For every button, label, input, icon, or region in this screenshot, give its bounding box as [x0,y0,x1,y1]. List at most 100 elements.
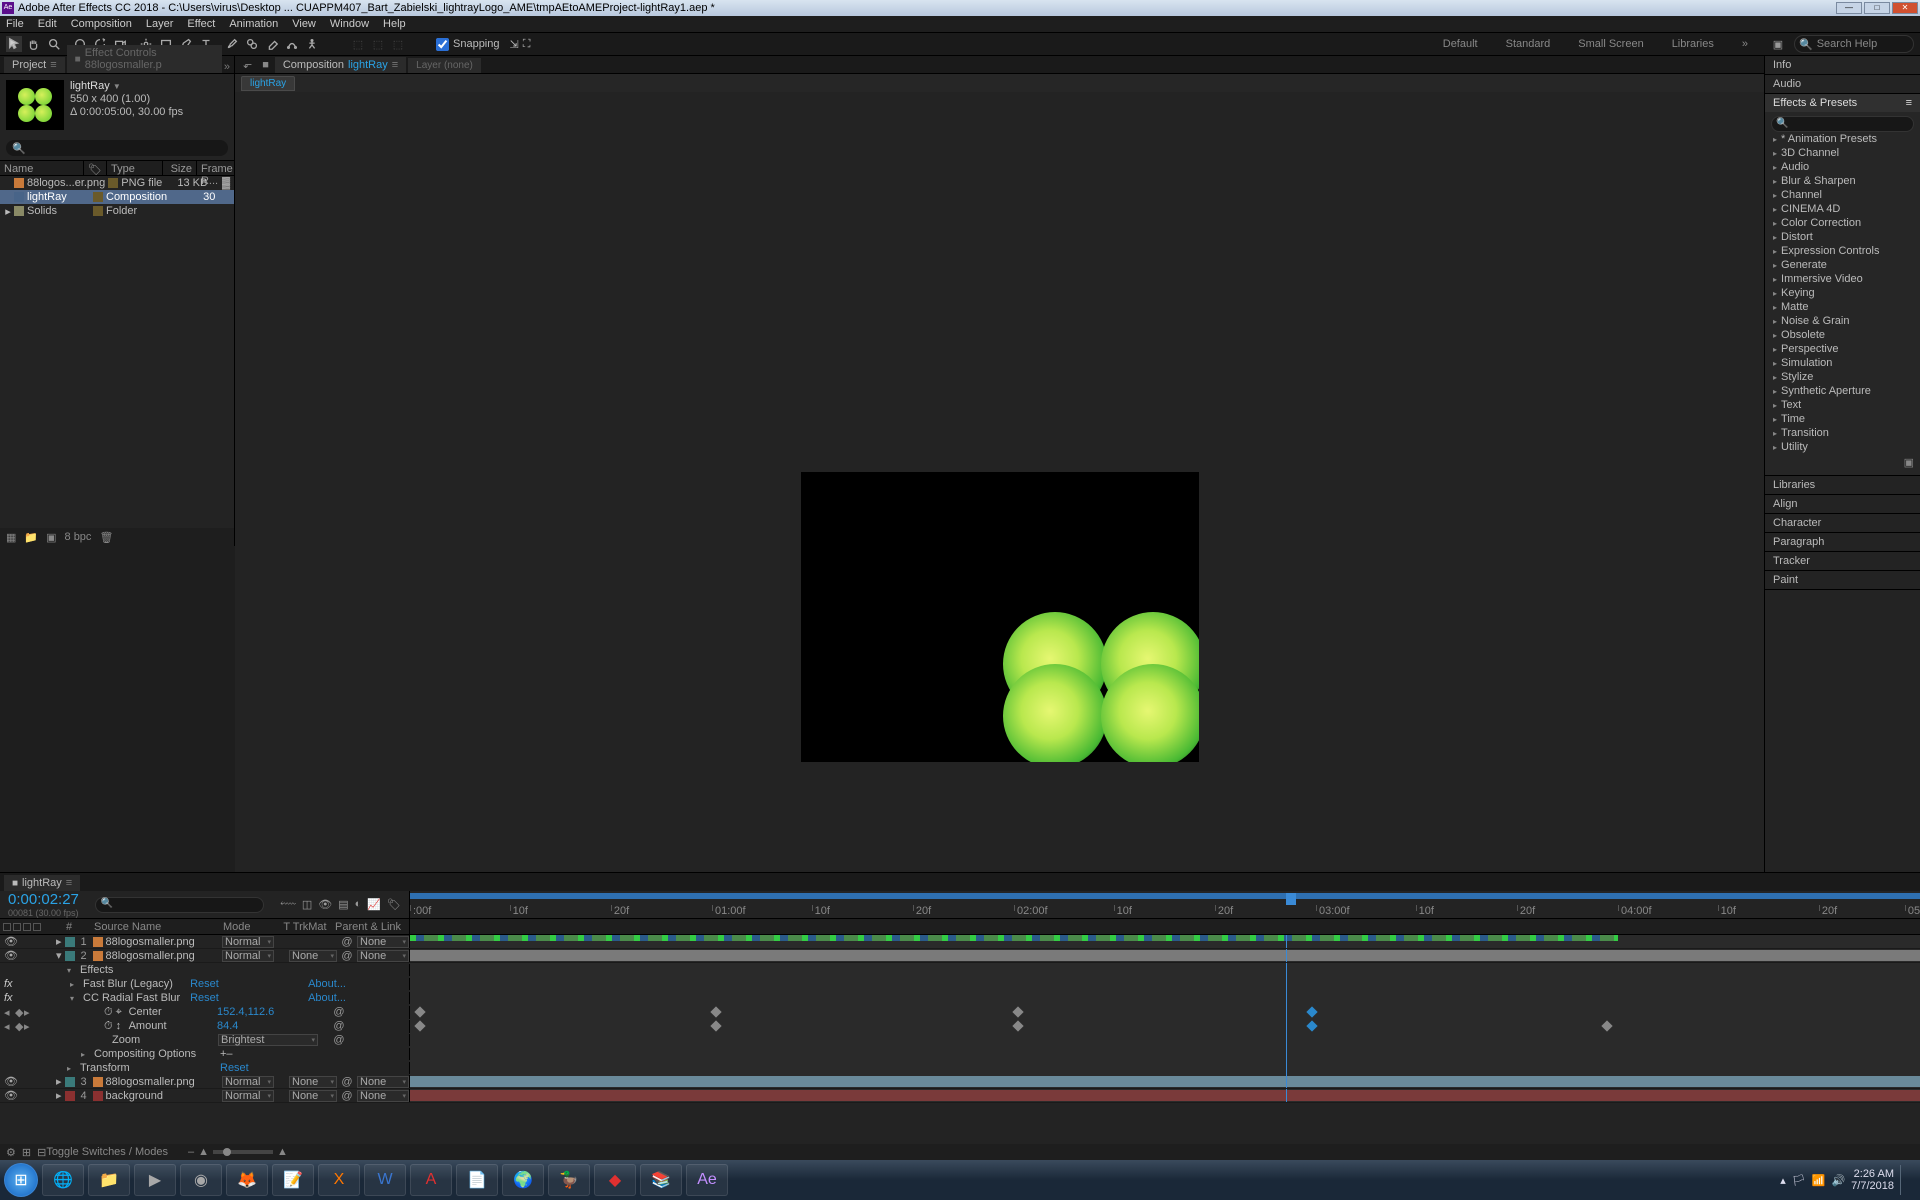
project-item[interactable]: 88logos...er.png PNG file 13 KB ▓ [0,176,234,190]
eye-icon[interactable]: 👁 [4,1089,18,1102]
hand-tool[interactable] [26,36,42,52]
solo-column-icon[interactable] [23,923,31,931]
help-search[interactable]: 🔍 Search Help [1794,35,1914,53]
work-area[interactable] [410,893,1920,899]
layer-tab[interactable]: Layer (none) [408,58,481,73]
menu-edit[interactable]: Edit [38,18,57,30]
parent-dropdown[interactable]: None▾ [357,950,409,962]
task-ie[interactable]: 🌐 [42,1164,84,1196]
parent-pickwhip-icon[interactable]: @ [340,1076,354,1088]
snapping-checkbox[interactable] [436,38,449,51]
effects-search[interactable] [1771,116,1914,132]
preset-category[interactable]: ▸Simulation [1771,356,1914,370]
expression-pickwhip-icon[interactable]: @ [332,1034,346,1046]
task-wmp[interactable]: ▶ [134,1164,176,1196]
menu-view[interactable]: View [292,18,316,30]
interpret-icon[interactable]: ▦ [6,531,16,544]
brush-tool[interactable] [224,36,240,52]
task-word[interactable]: W [364,1164,406,1196]
stopwatch-icon[interactable]: ⏱ [104,1020,113,1033]
task-winrar[interactable]: 📚 [640,1164,682,1196]
preset-category[interactable]: ▸Expression Controls [1771,244,1914,258]
preset-category[interactable]: ▸Matte [1771,300,1914,314]
label-swatch[interactable] [108,178,118,188]
label-swatch[interactable] [93,206,103,216]
paint-panel-header[interactable]: Paint [1765,571,1920,589]
workspace-default[interactable]: Default [1429,38,1492,50]
panel-overflow-icon[interactable]: » [224,61,230,73]
new-comp-icon[interactable]: ▣ [46,531,56,544]
amount-value[interactable]: 84.4 [217,1020,329,1032]
trash-icon[interactable]: 🗑 [99,531,113,544]
zoom-slider[interactable] [213,1150,273,1154]
project-search[interactable]: 🔍 [6,140,228,156]
system-tray[interactable]: ▴ 🏳 📶 🔊 2:26 AM7/7/2018 [1772,1165,1916,1195]
preset-category[interactable]: ▸Generate [1771,258,1914,272]
selection-tool[interactable] [6,36,22,52]
label-swatch[interactable] [65,937,75,947]
tray-network-icon[interactable]: 📶 [1812,1174,1826,1187]
layer-bar[interactable] [410,950,1920,961]
shy-toggle-icon[interactable]: ⊟ [37,1146,46,1159]
project-item[interactable]: lightRay Composition 30 [0,190,234,204]
task-explorer[interactable]: 📁 [88,1164,130,1196]
preset-category[interactable]: ▸3D Channel [1771,146,1914,160]
timeline-tab[interactable]: ■ lightRay ≡ [4,875,80,891]
preset-category[interactable]: ▸Perspective [1771,342,1914,356]
menu-window[interactable]: Window [330,18,369,30]
expression-pickwhip-icon[interactable]: @ [332,1020,346,1032]
eye-icon[interactable]: 👁 [4,1075,18,1088]
transform-group[interactable]: ▸TransformReset [0,1061,1920,1075]
menu-file[interactable]: File [6,18,24,30]
timeline-settings-icon[interactable]: ⚙ [6,1146,16,1159]
parent-pickwhip-icon[interactable]: @ [340,950,354,962]
task-firefox[interactable]: 🦊 [226,1164,268,1196]
preset-category[interactable]: ▸Blur & Sharpen [1771,174,1914,188]
compositing-options[interactable]: ▸Compositing Options+– [0,1047,1920,1061]
preset-category[interactable]: ▸Keying [1771,286,1914,300]
cti-head[interactable] [1286,893,1296,905]
snap-edge-icon[interactable]: ⇲ [510,38,519,51]
twirl-icon[interactable]: ▸ [56,1089,62,1102]
trkmat-dropdown[interactable]: None▾ [289,1076,337,1088]
preset-category[interactable]: ▸Obsolete [1771,328,1914,342]
flowchart-icon[interactable]: ⬐ [239,56,256,73]
eraser-tool[interactable] [264,36,280,52]
effect-controls-tab[interactable]: ■ Effect Controls 88logosmaller.p [67,45,222,73]
label-column-icon[interactable]: 🏷 [84,161,107,175]
preset-category[interactable]: ▸Transition [1771,426,1914,440]
menu-composition[interactable]: Composition [71,18,132,30]
layer-bar[interactable] [410,1076,1920,1087]
effect-radialblur[interactable]: fx▾CC Radial Fast BlurResetAbout... [0,991,1920,1005]
workspace-small[interactable]: Small Screen [1564,38,1657,50]
composition-tab[interactable]: Composition lightRay ≡ [275,57,406,73]
audio-panel-header[interactable]: Audio [1765,75,1920,93]
twirl-icon[interactable]: ▾ [56,949,62,962]
label-swatch[interactable] [65,951,75,961]
layer-bar[interactable] [410,1090,1920,1101]
new-folder-icon[interactable]: 📁 [24,531,38,544]
trkmat-dropdown[interactable]: None▾ [289,950,337,962]
parent-dropdown[interactable]: None▾ [357,1076,409,1088]
roto-tool[interactable] [284,36,300,52]
brainstorm-icon[interactable]: 🏷 [387,898,401,911]
preset-category[interactable]: ▸Distort [1771,230,1914,244]
twirl-icon[interactable]: ▸ [56,1075,62,1088]
lock-column-icon[interactable] [33,923,41,931]
parent-dropdown[interactable]: None▾ [357,936,409,948]
layer-row[interactable]: 👁 ▾ 2 88logosmaller.png Normal▾ None▾ @ … [0,949,1920,963]
maximize-button[interactable]: □ [1864,2,1890,14]
eye-icon[interactable]: 👁 [4,935,18,948]
preset-category[interactable]: ▸Stylize [1771,370,1914,384]
label-swatch[interactable] [65,1091,75,1101]
start-button[interactable]: ⊞ [4,1163,38,1197]
minimize-button[interactable]: — [1836,2,1862,14]
graph-editor-icon[interactable]: 📈 [367,898,381,911]
layer-row[interactable]: 👁 ▸ 4 background Normal▾ None▾ @ None▾ [0,1089,1920,1103]
workspace-more-icon[interactable]: » [1728,38,1762,50]
libraries-panel-header[interactable]: Libraries [1765,476,1920,494]
zoom-dropdown[interactable]: Brightest▾ [218,1034,318,1046]
snap-bounds-icon[interactable]: ⛶ [523,38,531,51]
task-cc[interactable]: ◆ [594,1164,636,1196]
preset-category[interactable]: ▸Utility [1771,440,1914,454]
